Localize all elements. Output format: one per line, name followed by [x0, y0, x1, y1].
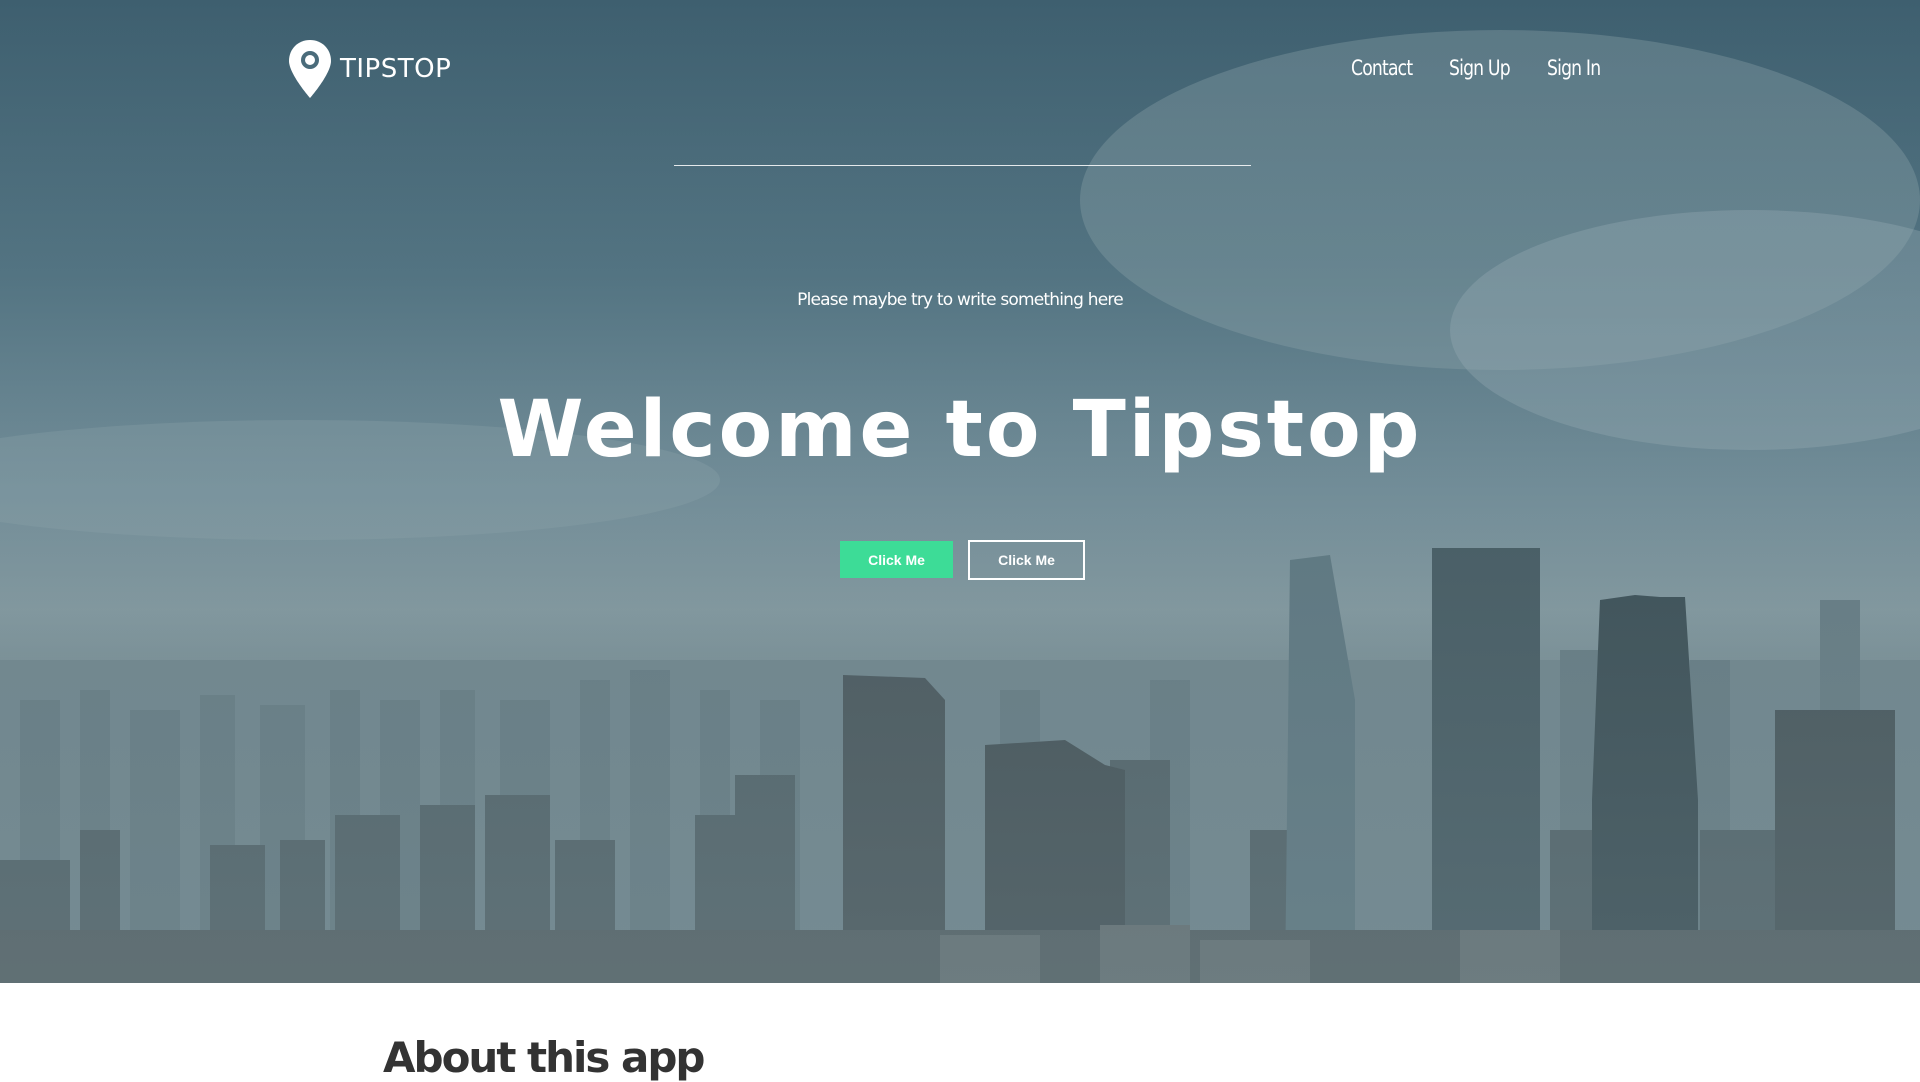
- map-pin-icon: [289, 40, 331, 98]
- nav-sign-in[interactable]: Sign In: [1547, 56, 1611, 80]
- hero-tagline: Please maybe try to write something here: [797, 290, 1124, 310]
- city-skyline-image: [0, 0, 1920, 983]
- about-heading: About this app: [383, 1033, 705, 1082]
- top-nav: Contact Sign Up Sign In: [1351, 56, 1625, 80]
- nav-contact[interactable]: Contact: [1351, 56, 1415, 80]
- hero-title: Welcome to Tipstop: [497, 385, 1423, 475]
- hero-section: TIPSTOP Contact Sign Up Sign In Please m…: [0, 0, 1920, 983]
- primary-cta-button[interactable]: Click Me: [840, 541, 953, 578]
- logo[interactable]: TIPSTOP: [286, 38, 451, 100]
- secondary-cta-button[interactable]: Click Me: [968, 540, 1085, 580]
- nav-sign-up[interactable]: Sign Up: [1449, 56, 1513, 80]
- hero-buttons: Click Me Click Me: [840, 540, 1085, 580]
- hero-divider: [674, 165, 1251, 166]
- logo-text: TIPSTOP: [340, 54, 452, 84]
